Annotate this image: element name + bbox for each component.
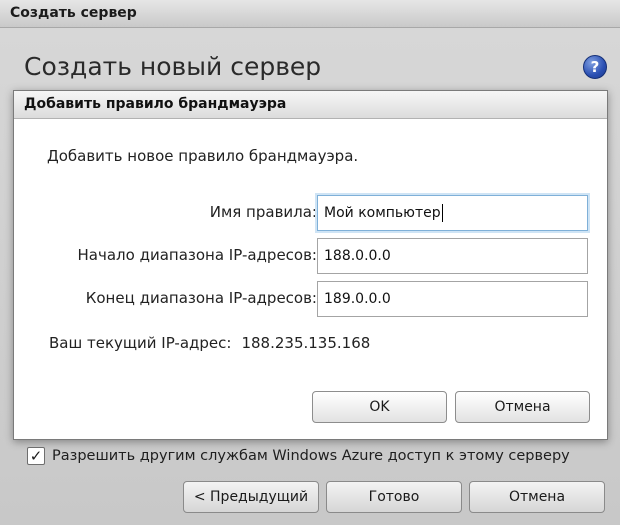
rule-name-input[interactable]: Мой компьютер bbox=[317, 195, 588, 231]
ip-start-label: Начало диапазона IP-адресов: bbox=[77, 246, 317, 264]
ip-end-value: 189.0.0.0 bbox=[324, 291, 391, 307]
ip-end-input[interactable]: 189.0.0.0 bbox=[317, 281, 588, 317]
help-icon[interactable]: ? bbox=[583, 55, 607, 79]
ip-start-input[interactable]: 188.0.0.0 bbox=[317, 238, 588, 274]
ip-start-value: 188.0.0.0 bbox=[324, 248, 391, 264]
dialog-titlebar: Добавить правило брандмауэра bbox=[14, 91, 607, 119]
checkmark-icon: ✓ bbox=[29, 446, 43, 465]
current-ip-line: Ваш текущий IP-адрес: 188.235.135.168 bbox=[49, 334, 370, 352]
previous-button[interactable]: < Предыдущий bbox=[183, 481, 319, 513]
current-ip-label: Ваш текущий IP-адрес: bbox=[49, 334, 232, 352]
window-titlebar: Создать сервер bbox=[0, 0, 620, 28]
rule-name-value: Мой компьютер bbox=[324, 205, 441, 221]
cancel-button[interactable]: Отмена bbox=[469, 481, 605, 513]
text-caret bbox=[441, 204, 443, 222]
done-button[interactable]: Готово bbox=[326, 481, 462, 513]
allow-azure-services-label[interactable]: Разрешить другим службам Windows Azure д… bbox=[52, 448, 570, 464]
dialog-cancel-button[interactable]: Отмена bbox=[455, 391, 590, 423]
create-server-window: Создать сервер Создать новый сервер ? До… bbox=[0, 0, 620, 525]
dialog-title: Добавить правило брандмауэра bbox=[24, 96, 287, 112]
current-ip-value: 188.235.135.168 bbox=[241, 334, 371, 352]
ok-button[interactable]: OK bbox=[312, 391, 447, 423]
add-firewall-rule-dialog: Добавить правило брандмауэра Добавить но… bbox=[13, 90, 608, 440]
dialog-intro-text: Добавить новое правило брандмауэра. bbox=[47, 147, 359, 165]
allow-azure-services-checkbox[interactable]: ✓ bbox=[27, 447, 45, 465]
window-title: Создать сервер bbox=[10, 5, 137, 21]
rule-name-label: Имя правила: bbox=[209, 203, 317, 221]
ip-end-label: Конец диапазона IP-адресов: bbox=[85, 289, 317, 307]
page-heading: Создать новый сервер bbox=[24, 52, 322, 81]
